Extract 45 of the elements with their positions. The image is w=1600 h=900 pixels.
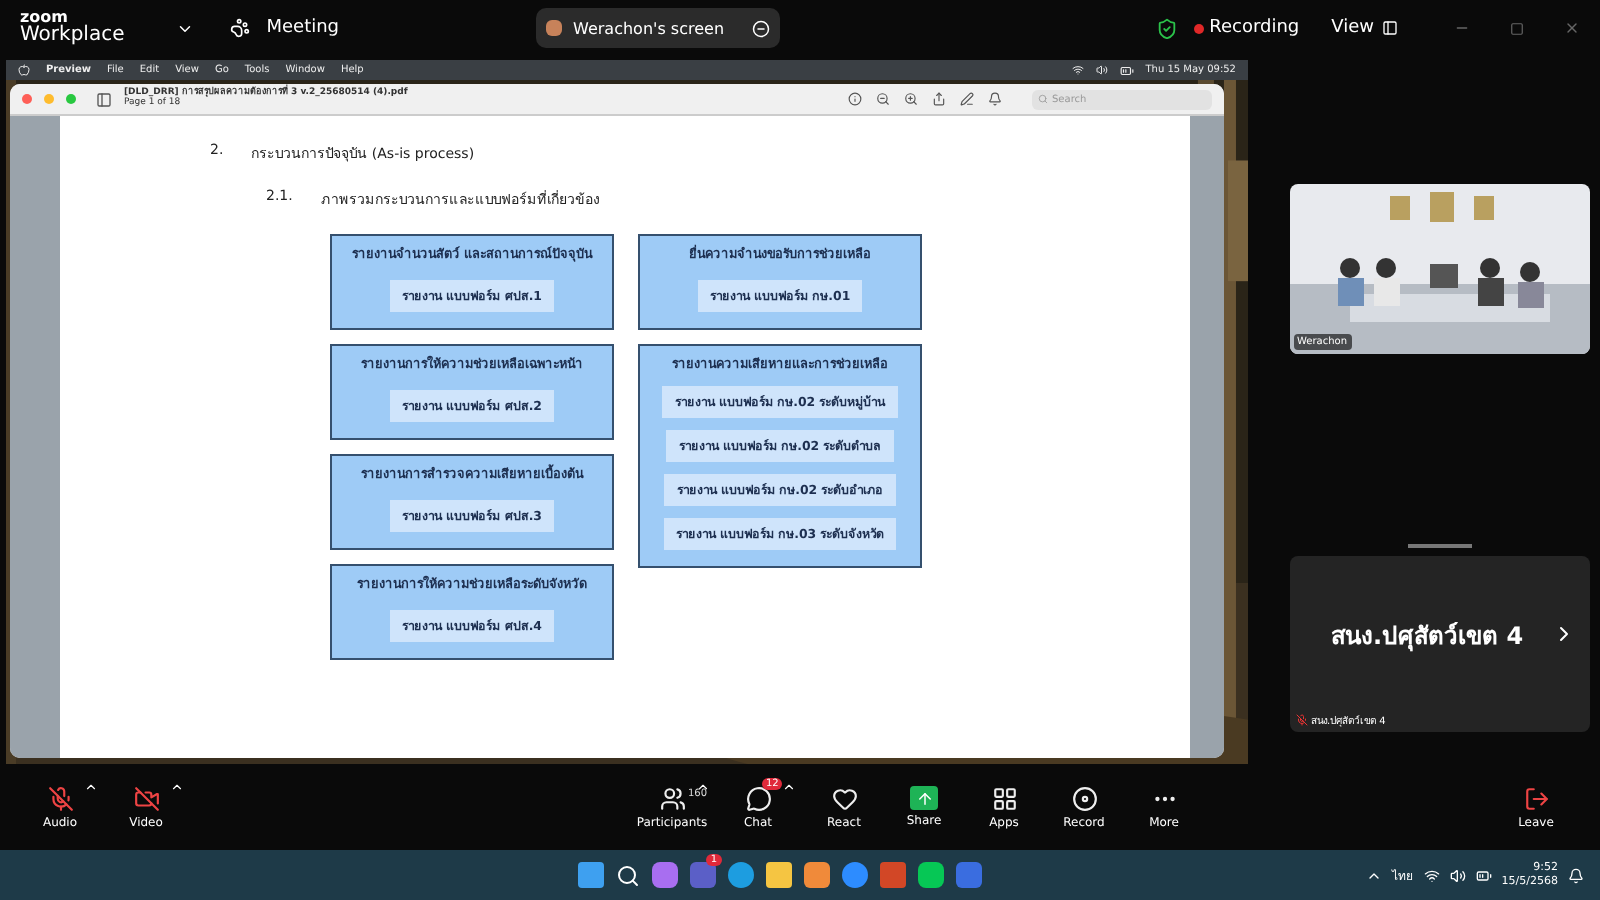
zoom-in-icon[interactable]	[904, 92, 918, 106]
search-icon[interactable]	[616, 862, 641, 888]
people-icon	[659, 785, 685, 811]
sidebar-icon[interactable]	[96, 91, 112, 107]
share-icon[interactable]	[932, 92, 946, 106]
app-icon[interactable]	[842, 862, 869, 888]
volume-icon[interactable]	[1449, 867, 1466, 883]
recording-label[interactable]: Recording	[1209, 18, 1300, 38]
battery-icon[interactable]	[1119, 63, 1134, 77]
caret-icon[interactable]	[84, 780, 98, 794]
bell-icon[interactable]	[988, 92, 1002, 106]
zoom-logo: zoom	[20, 10, 68, 26]
product-name: Workplace	[20, 26, 125, 46]
app-icon[interactable]	[652, 862, 679, 888]
app-icon[interactable]	[956, 862, 983, 888]
record-icon	[1071, 785, 1097, 811]
close-icon[interactable]	[1564, 20, 1580, 36]
minus-circle-icon[interactable]	[751, 19, 770, 37]
wifi-icon[interactable]	[1071, 64, 1084, 76]
bell-icon[interactable]	[1568, 867, 1584, 883]
recording-dot	[1193, 23, 1204, 33]
pen-icon[interactable]	[960, 92, 974, 106]
zoom-out-icon[interactable]	[876, 92, 890, 106]
shared-screen-pill[interactable]: Werachon's screen	[535, 8, 780, 48]
wifi-icon[interactable]	[1423, 867, 1440, 883]
paw-icon	[230, 18, 251, 38]
caret-icon[interactable]	[782, 780, 796, 794]
apple-icon[interactable]	[18, 64, 30, 76]
meeting-label[interactable]: Meeting	[266, 18, 340, 38]
layout-icon[interactable]	[1382, 20, 1398, 36]
caret-icon[interactable]	[170, 780, 184, 794]
chat-bubble-icon	[745, 785, 771, 811]
shield-check-icon	[1155, 17, 1178, 39]
heart-icon	[831, 785, 857, 811]
app-icon[interactable]	[880, 862, 907, 888]
view-button[interactable]: View	[1331, 18, 1374, 38]
participant-display-name: สนง.ปศุสัตว์เขต 4	[1330, 619, 1524, 653]
drag-handle[interactable]	[1407, 544, 1471, 548]
exit-door-icon	[1523, 785, 1549, 811]
volume-icon[interactable]	[1095, 64, 1108, 76]
app-icon	[545, 20, 562, 36]
search-icon	[1038, 94, 1048, 104]
info-icon[interactable]	[848, 92, 862, 106]
apps-grid-icon	[991, 785, 1017, 811]
maximize-icon[interactable]	[1510, 21, 1524, 35]
